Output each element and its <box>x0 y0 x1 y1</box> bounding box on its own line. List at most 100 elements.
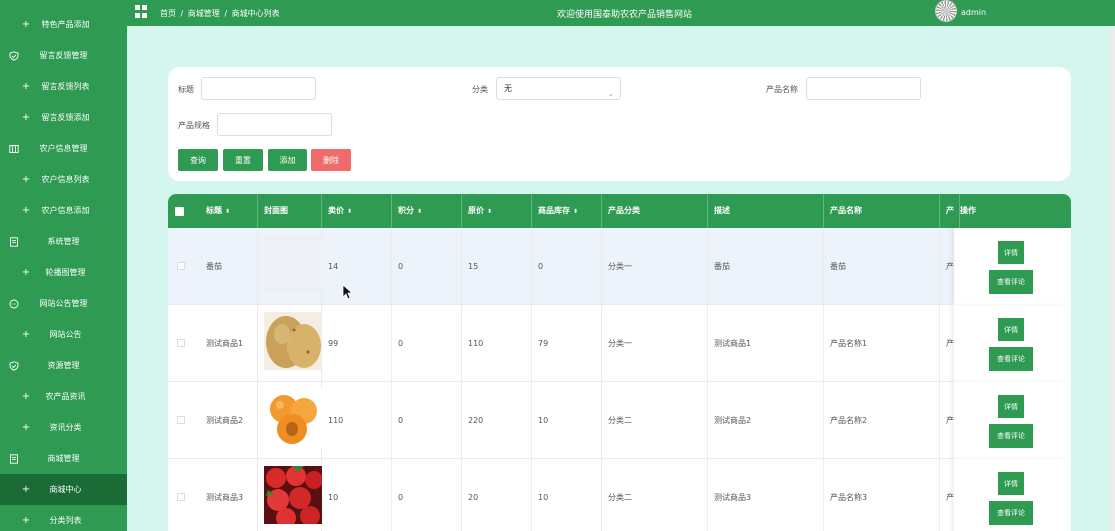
column-header-label: 描述 <box>714 206 730 215</box>
page-scrollbar[interactable] <box>1110 26 1115 531</box>
column-header[interactable]: 描述 <box>708 194 824 228</box>
detail-button[interactable]: 详情 <box>998 318 1024 341</box>
sidebar-item[interactable]: + 特色产品添加 <box>0 9 127 40</box>
view-comments-button[interactable]: 查看评论 <box>989 424 1033 448</box>
table-row[interactable]: 测试商品3 10 0 20 10 分类二 测试商品3 产品名称3 产详情 查看评论 <box>168 459 1071 531</box>
cell-points: 0 <box>392 459 462 531</box>
sidebar-item[interactable]: + 网站公告 <box>0 319 127 350</box>
sort-icon[interactable]: ⬍ <box>487 208 492 215</box>
sidebar-item[interactable]: + 分类列表 <box>0 505 127 531</box>
cell-description: 测试商品1 <box>708 305 824 382</box>
cell-original-price: 220 <box>462 382 532 459</box>
sort-icon[interactable]: ⬍ <box>347 208 352 215</box>
table-row[interactable]: 测试商品1 99 0 110 79 分类一 测试商品1 产品名称1 产详情 查看评论 <box>168 305 1071 382</box>
delete-button[interactable]: 删除 <box>311 149 351 171</box>
spec-input[interactable] <box>217 113 332 136</box>
sidebar-item[interactable]: 留言反馈管理 <box>0 40 127 71</box>
row-actions: 详情 查看评论 <box>954 459 1071 531</box>
sidebar-item-label: 农户信息添加 <box>41 206 90 215</box>
column-header[interactable]: 原价 ⬍ <box>462 194 532 228</box>
reset-button[interactable]: 重置 <box>223 149 263 171</box>
breadcrumb-home[interactable]: 首页 <box>160 9 176 18</box>
view-comments-button[interactable]: 查看评论 <box>989 270 1033 294</box>
sidebar-item[interactable]: + 农户信息列表 <box>0 164 127 195</box>
breadcrumb-mall[interactable]: 商城管理 <box>188 9 220 18</box>
product-image[interactable] <box>264 312 322 370</box>
row-checkbox[interactable] <box>177 416 185 424</box>
sidebar-item[interactable]: + 轮播图管理 <box>0 257 127 288</box>
detail-button[interactable]: 详情 <box>998 395 1024 418</box>
cell-category: 分类二 <box>602 459 708 531</box>
column-header[interactable]: 标题 ⬍ <box>200 194 258 228</box>
column-header[interactable]: 封面图 <box>258 194 322 228</box>
column-header[interactable]: 产品名称 <box>824 194 940 228</box>
product-name-input[interactable] <box>806 77 921 100</box>
menu-grid-icon[interactable] <box>135 5 148 18</box>
sidebar-item[interactable]: 农户信息管理 <box>0 133 127 164</box>
cell-title: 测试商品1 <box>200 305 258 382</box>
table-row[interactable]: 番茄 14 0 15 0 分类一 番茄 番茄产详情 查看评论 <box>168 228 1071 305</box>
category-select[interactable]: 无 ⌄ <box>496 77 621 100</box>
select-all-checkbox[interactable] <box>175 207 184 216</box>
view-comments-button[interactable]: 查看评论 <box>989 347 1033 371</box>
sidebar-item-label: 资讯分类 <box>49 423 82 432</box>
product-image[interactable] <box>264 389 322 447</box>
view-comments-button[interactable]: 查看评论 <box>989 501 1033 525</box>
sort-icon[interactable]: ⬍ <box>573 208 578 215</box>
column-header[interactable]: 卖价 ⬍ <box>322 194 392 228</box>
column-header[interactable]: 产品分类 <box>602 194 708 228</box>
table-row[interactable]: 测试商品2 110 0 220 10 分类二 测试商品2 产品名称2 产详情 查看评论 <box>168 382 1071 459</box>
sidebar-item-label: 农产品资讯 <box>45 392 86 401</box>
sidebar-item[interactable]: 商城管理 <box>0 443 127 474</box>
sidebar-item[interactable]: 网站公告管理 <box>0 288 127 319</box>
column-header-label: 操作 <box>960 206 976 215</box>
title-input[interactable] <box>201 77 316 100</box>
cell-product-name: 产品名称1 <box>824 305 940 382</box>
product-image[interactable] <box>264 466 323 528</box>
sort-icon[interactable]: ⬍ <box>417 208 422 215</box>
sidebar-item[interactable]: 资源管理 <box>0 350 127 381</box>
column-header[interactable]: 操作 <box>954 194 1071 228</box>
column-header[interactable]: 积分 ⬍ <box>392 194 462 228</box>
sidebar-item[interactable]: + 商城中心 <box>0 474 127 505</box>
cell-category: 分类一 <box>602 228 708 305</box>
spec-label: 产品规格 <box>178 121 210 130</box>
cell-category: 分类二 <box>602 382 708 459</box>
chevron-down-icon: ⌄ <box>607 89 614 98</box>
sidebar-item[interactable]: + 农产品资讯 <box>0 381 127 412</box>
cell-product-name: 番茄 <box>824 228 940 305</box>
query-button[interactable]: 查询 <box>178 149 218 171</box>
sidebar-item[interactable]: + 资讯分类 <box>0 412 127 443</box>
row-checkbox[interactable] <box>177 262 185 270</box>
cell-title: 番茄 <box>200 228 258 305</box>
column-header-label: 产品名称 <box>830 206 862 215</box>
column-header-label: 产品分类 <box>608 206 640 215</box>
breadcrumb-sep: / <box>180 9 184 18</box>
column-header-label: 卖价 <box>328 206 344 215</box>
sidebar-item-label: 网站公告 <box>49 330 82 339</box>
breadcrumb-current: 商城中心列表 <box>231 9 280 18</box>
row-actions: 详情 查看评论 <box>954 382 1071 459</box>
row-checkbox[interactable] <box>177 493 185 501</box>
cell-description: 番茄 <box>708 228 824 305</box>
detail-button[interactable]: 详情 <box>998 472 1024 495</box>
sidebar-item[interactable]: + 农户信息添加 <box>0 195 127 226</box>
column-header[interactable]: 商品库存 ⬍ <box>532 194 602 228</box>
add-button[interactable]: 添加 <box>268 149 307 171</box>
sidebar-item[interactable]: + 留言反馈添加 <box>0 102 127 133</box>
cell-description: 测试商品2 <box>708 382 824 459</box>
row-checkbox[interactable] <box>177 339 185 347</box>
category-value: 无 <box>504 84 512 93</box>
sort-icon[interactable]: ⬍ <box>225 208 230 215</box>
search-panel: 标题 分类 无 ⌄ 产品名称 产品规格 查询 重置 添加 删除 <box>168 67 1071 181</box>
detail-button[interactable]: 详情 <box>998 241 1024 264</box>
sidebar-item[interactable]: + 留言反馈列表 <box>0 71 127 102</box>
avatar[interactable] <box>935 0 957 22</box>
username[interactable]: admin <box>961 8 986 17</box>
sidebar: + 特色产品添加 留言反馈管理 + 留言反馈列表 + 留言反馈添加 农户信息管理 + 农户信息列表… <box>0 0 127 531</box>
sidebar-item-label: 商城中心 <box>49 485 82 494</box>
mouse-cursor-icon <box>342 284 354 300</box>
sidebar-item[interactable]: 系统管理 <box>0 226 127 257</box>
product-image[interactable] <box>264 235 322 293</box>
cell-sell-price: 110 <box>322 382 392 459</box>
